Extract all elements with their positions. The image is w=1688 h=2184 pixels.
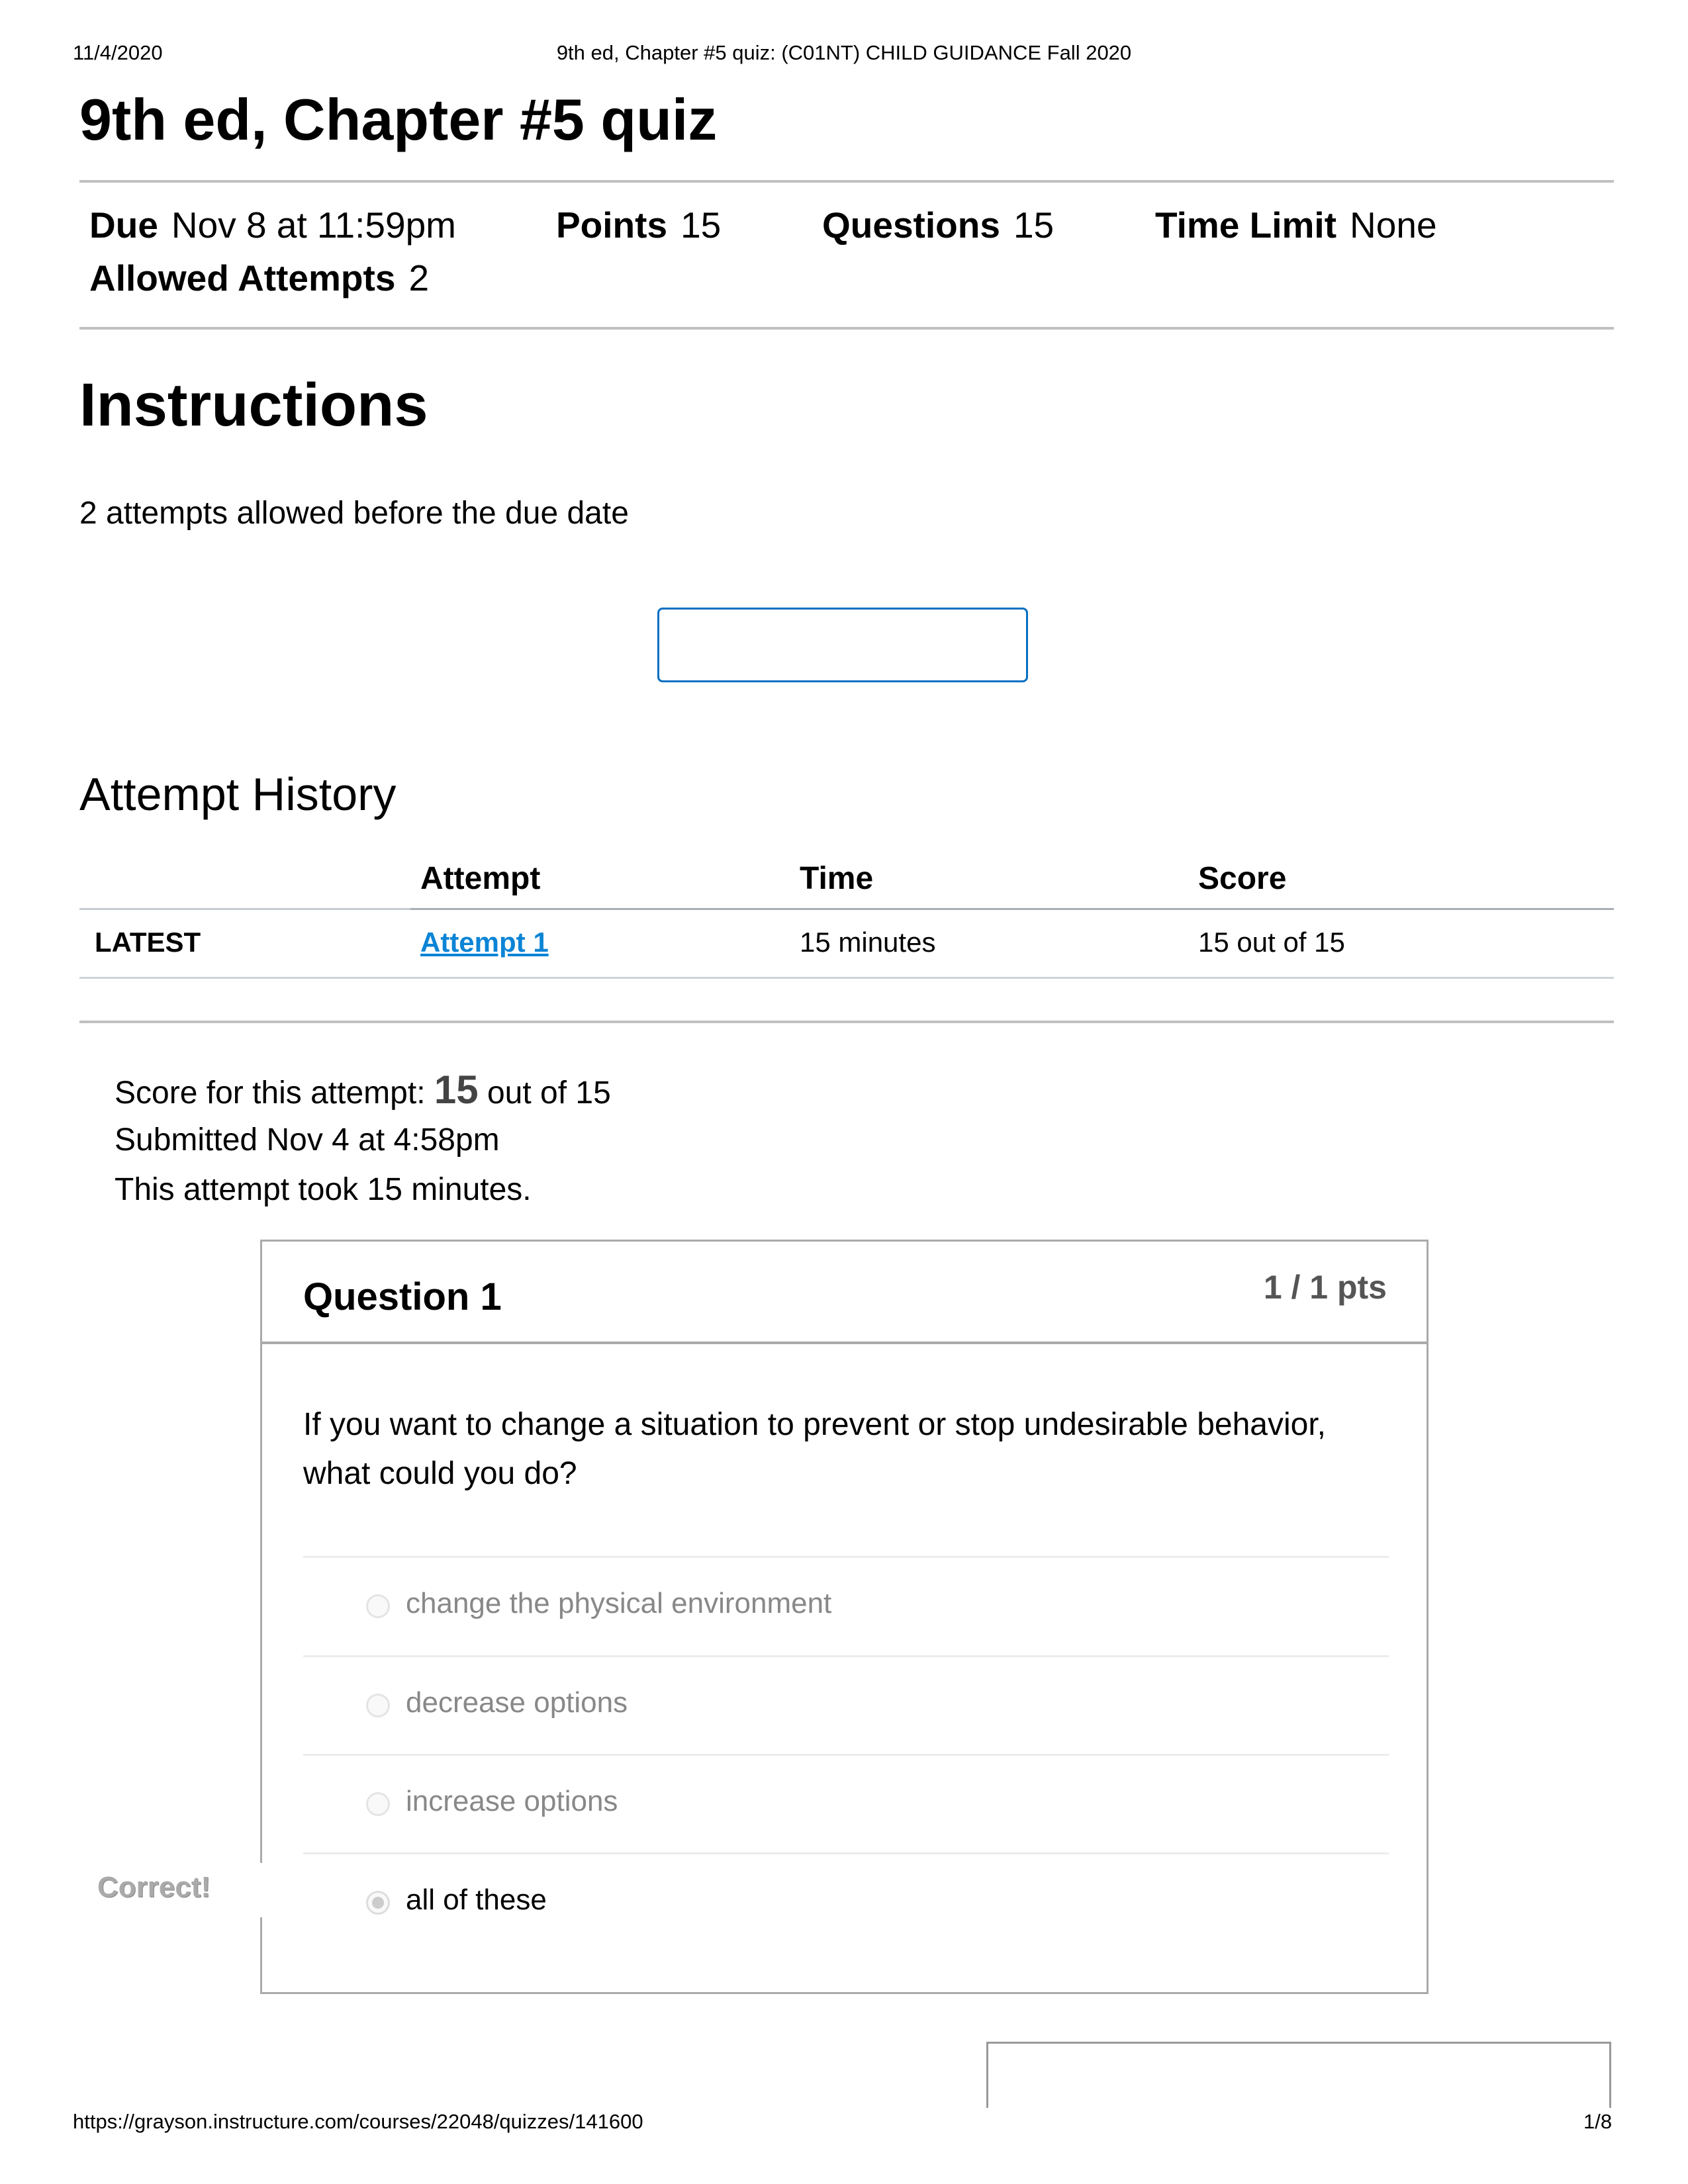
radio-icon[interactable] bbox=[366, 1792, 390, 1816]
column-header-time: Time bbox=[800, 861, 874, 896]
divider bbox=[79, 327, 1614, 330]
divider bbox=[79, 180, 1614, 183]
score-suffix: out of 15 bbox=[478, 1075, 611, 1111]
instructions-heading: Instructions bbox=[79, 371, 428, 439]
next-question-card bbox=[986, 2042, 1611, 2108]
points-value: 15 bbox=[680, 205, 722, 246]
question-points: 1 / 1 pts bbox=[1263, 1269, 1387, 1306]
allowed-attempts: Allowed Attempts 2 bbox=[89, 257, 429, 299]
feedback-gap bbox=[257, 1863, 263, 1917]
answer-label: increase options bbox=[406, 1785, 618, 1817]
time-limit-label: Time Limit bbox=[1155, 205, 1337, 246]
questions-count: Questions 15 bbox=[822, 204, 1054, 246]
answer-label: all of these bbox=[406, 1884, 547, 1916]
question-header: Question 1 1 / 1 pts bbox=[262, 1242, 1427, 1344]
take-quiz-button[interactable] bbox=[657, 608, 1028, 682]
attempt-link[interactable]: Attempt 1 bbox=[420, 927, 549, 958]
divider bbox=[79, 1021, 1614, 1023]
attempt-score-summary: Score for this attempt: 15 out of 15 bbox=[115, 1067, 611, 1113]
answer-option[interactable]: increase options bbox=[303, 1754, 1389, 1854]
radio-icon[interactable] bbox=[366, 1694, 390, 1717]
time-limit: Time Limit None bbox=[1155, 204, 1437, 246]
time-limit-value: None bbox=[1350, 205, 1437, 246]
answer-label: decrease options bbox=[406, 1686, 628, 1719]
questions-label: Questions bbox=[822, 205, 1000, 246]
questions-value: 15 bbox=[1013, 205, 1055, 246]
submitted-time: Submitted Nov 4 at 4:58pm bbox=[115, 1122, 500, 1158]
due-date: Due Nov 8 at 11:59pm bbox=[89, 204, 456, 246]
attempts-value: 2 bbox=[408, 257, 430, 298]
due-label: Due bbox=[89, 205, 158, 246]
question-name: Question 1 bbox=[303, 1275, 502, 1318]
answer-option[interactable]: change the physical environment bbox=[303, 1556, 1389, 1656]
question-text: If you want to change a situation to pre… bbox=[303, 1407, 1326, 1491]
quiz-title: 9th ed, Chapter #5 quiz bbox=[79, 87, 718, 152]
table-header-divider-dark bbox=[410, 908, 1614, 910]
attempt-time: 15 minutes bbox=[800, 927, 936, 958]
correct-feedback-label: Correct! bbox=[96, 1871, 218, 1904]
print-url: https://grayson.instructure.com/courses/… bbox=[73, 2110, 643, 2133]
radio-icon[interactable] bbox=[366, 1594, 390, 1618]
points: Points 15 bbox=[556, 204, 721, 246]
due-value: Nov 8 at 11:59pm bbox=[171, 205, 456, 246]
table-row-divider bbox=[79, 977, 1614, 979]
score-prefix: Score for this attempt: bbox=[115, 1075, 434, 1111]
column-header-score: Score bbox=[1198, 861, 1287, 896]
attempt-duration: This attempt took 15 minutes. bbox=[115, 1172, 532, 1207]
answer-option[interactable]: decrease options bbox=[303, 1655, 1389, 1755]
score-value: 15 bbox=[434, 1068, 479, 1112]
question-card: Question 1 1 / 1 pts If you want to chan… bbox=[260, 1240, 1429, 1994]
answer-label: change the physical environment bbox=[406, 1587, 832, 1619]
print-page-title: 9th ed, Chapter #5 quiz: (C01NT) CHILD G… bbox=[556, 41, 1132, 64]
points-label: Points bbox=[556, 205, 668, 246]
column-header-attempt: Attempt bbox=[420, 861, 541, 896]
instructions-text: 2 attempts allowed before the due date bbox=[79, 496, 629, 531]
attempts-label: Allowed Attempts bbox=[89, 257, 396, 298]
answer-option-selected[interactable]: all of these bbox=[303, 1852, 1389, 1952]
print-page-number: 1/8 bbox=[1583, 2110, 1613, 2133]
attempt-score: 15 out of 15 bbox=[1198, 927, 1345, 958]
latest-tag: LATEST bbox=[95, 927, 201, 958]
attempt-history-heading: Attempt History bbox=[79, 768, 397, 820]
radio-selected-icon[interactable] bbox=[366, 1891, 390, 1915]
